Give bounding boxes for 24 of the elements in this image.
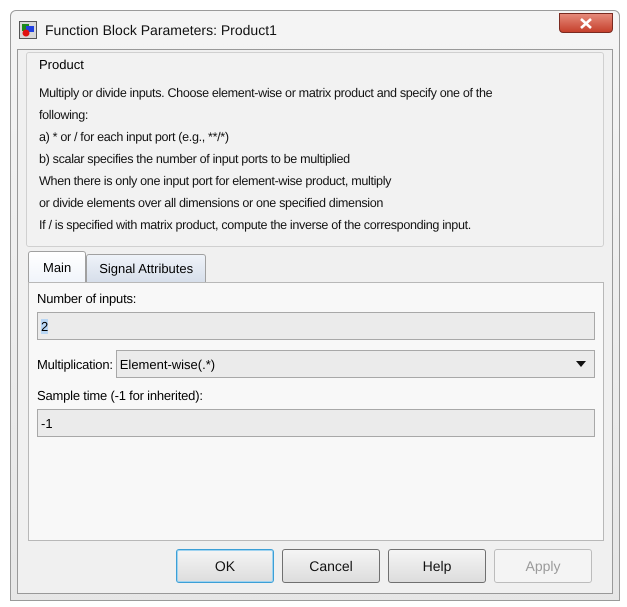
block-name: Product <box>39 57 85 72</box>
caret-icon <box>576 361 586 367</box>
dialog-button[interactable]: Cancel <box>282 549 380 583</box>
dialog-button[interactable]: Help <box>388 549 486 583</box>
close-icon <box>580 18 592 28</box>
close-button[interactable] <box>559 13 613 33</box>
window-title: Function Block Parameters: Product1 <box>45 22 278 38</box>
description-text: When there is only one input port for element-wise product, multiply <box>39 173 392 190</box>
description-text: Multiply or divide inputs. Choose element-wise or matrix product and specify one of the <box>39 85 494 102</box>
tab[interactable]: Main <box>28 251 86 282</box>
input-field[interactable]: -1 <box>37 409 595 437</box>
description-text: If / is specified with matrix product, compute the inverse of the corresponding input. <box>39 217 472 234</box>
field-label: Sample time (-1 for inherited): <box>37 388 204 403</box>
field-label: Multiplication: <box>37 356 113 372</box>
block-diagram-icon <box>19 21 37 39</box>
dropdown[interactable]: Element-wise(.*) <box>116 350 595 378</box>
description-text: b) scalar specifies the number of input ports to be multiplied <box>39 151 351 168</box>
tab[interactable]: Signal Attributes <box>86 254 206 282</box>
description-text: a) * or / for each input port (e.g., **/*) <box>39 129 230 146</box>
description-text: or divide elements over all dimensions or one specified dimension <box>39 195 384 212</box>
input-field[interactable]: 2 <box>37 312 595 340</box>
dialog-button[interactable]: OK <box>176 549 274 583</box>
field-label: Number of inputs: <box>37 291 138 306</box>
description-text: following: <box>39 107 90 124</box>
